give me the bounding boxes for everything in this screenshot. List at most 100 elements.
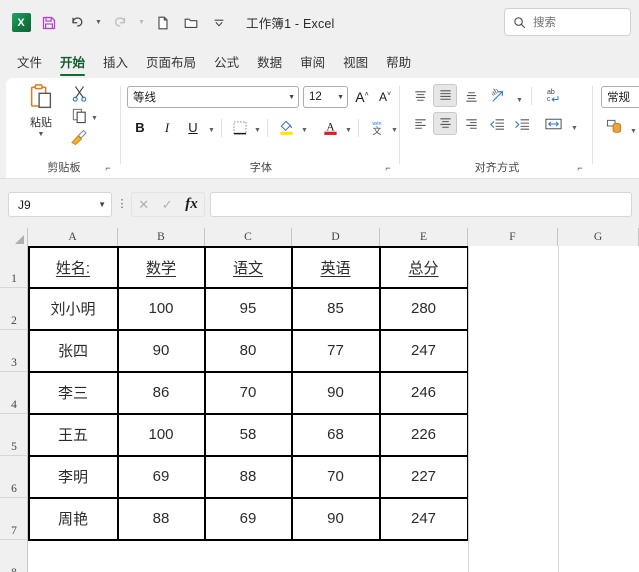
decrease-indent-button[interactable] <box>485 113 509 136</box>
cell-b4[interactable]: 86 <box>118 372 204 413</box>
cell-b5[interactable]: 100 <box>118 414 204 455</box>
row-header-4[interactable]: 4 <box>0 372 28 414</box>
align-middle-button[interactable] <box>433 84 457 107</box>
phonetic-guide-button[interactable]: wén 文 <box>365 115 389 138</box>
font-color-dropdown-caret[interactable]: ▼ <box>342 117 355 143</box>
search-box[interactable]: 搜索 <box>504 8 631 36</box>
font-dialog-launcher[interactable]: ⌐ <box>382 162 394 174</box>
row-header-2[interactable]: 2 <box>0 288 28 330</box>
paste-button[interactable]: 粘贴 ▼ <box>18 83 64 151</box>
undo-icon[interactable] <box>64 10 90 36</box>
cell-a4[interactable]: 李三 <box>29 372 117 413</box>
increase-font-size-button[interactable]: A˄ <box>351 85 373 108</box>
tab-file[interactable]: 文件 <box>8 48 51 78</box>
cut-button[interactable] <box>68 83 90 103</box>
cell-b3[interactable]: 90 <box>118 330 204 371</box>
cell-a1[interactable]: 姓名: <box>29 247 117 287</box>
copy-button[interactable] <box>68 105 90 125</box>
underline-dropdown-caret[interactable]: ▼ <box>205 117 218 143</box>
column-header-d[interactable]: D <box>292 228 380 246</box>
save-icon[interactable] <box>36 10 62 36</box>
borders-button[interactable] <box>228 116 252 139</box>
number-format-combo[interactable]: 常规 <box>601 86 639 108</box>
fill-color-dropdown-caret[interactable]: ▼ <box>298 117 311 143</box>
cell-c3[interactable]: 80 <box>205 330 291 371</box>
cell-c7[interactable]: 69 <box>205 498 291 539</box>
redo-dropdown-caret[interactable]: ▼ <box>135 10 148 36</box>
tab-view[interactable]: 视图 <box>334 48 377 78</box>
accounting-format-button[interactable] <box>602 115 626 138</box>
font-name-combo[interactable]: 等线 ▼ <box>127 86 299 108</box>
align-right-button[interactable] <box>459 113 483 136</box>
cell-e7[interactable]: 247 <box>380 498 467 539</box>
name-box-caret[interactable]: ▼ <box>98 200 106 209</box>
font-size-combo[interactable]: 12 ▼ <box>303 86 348 108</box>
column-header-c[interactable]: C <box>205 228 292 246</box>
cell-c6[interactable]: 88 <box>205 456 291 497</box>
column-header-e[interactable]: E <box>380 228 468 246</box>
customize-qat-icon[interactable] <box>206 10 232 36</box>
name-box[interactable]: J9 ▼ <box>8 192 112 217</box>
align-top-button[interactable] <box>408 85 432 108</box>
row-header-1[interactable]: 1 <box>0 246 28 288</box>
close-icon[interactable]: ✕ <box>138 197 149 213</box>
align-bottom-button[interactable] <box>459 85 483 108</box>
merge-center-dropdown-caret[interactable]: ▼ <box>568 115 581 141</box>
formula-input[interactable] <box>210 192 632 217</box>
tab-insert[interactable]: 插入 <box>94 48 137 78</box>
bold-button[interactable]: B <box>128 116 152 139</box>
row-header-7[interactable]: 7 <box>0 498 28 540</box>
cell-a3[interactable]: 张四 <box>29 330 117 371</box>
clipboard-dialog-launcher[interactable]: ⌐ <box>102 162 114 174</box>
cell-a6[interactable]: 李明 <box>29 456 117 497</box>
format-painter-button[interactable] <box>68 127 90 147</box>
column-header-g[interactable]: G <box>558 228 639 246</box>
orientation-button[interactable]: ab <box>485 84 511 107</box>
cell-e4[interactable]: 246 <box>380 372 467 413</box>
cell-a2[interactable]: 刘小明 <box>29 288 117 329</box>
align-center-button[interactable] <box>433 112 457 135</box>
column-header-a[interactable]: A <box>28 228 118 246</box>
underline-button[interactable]: U <box>181 116 205 139</box>
column-header-f[interactable]: F <box>468 228 558 246</box>
copy-dropdown-caret[interactable]: ▼ <box>88 105 101 131</box>
cell-d4[interactable]: 90 <box>292 372 379 413</box>
cell-d1[interactable]: 英语 <box>292 247 379 287</box>
cell-b7[interactable]: 88 <box>118 498 204 539</box>
font-size-caret[interactable]: ▼ <box>334 94 344 101</box>
undo-dropdown-caret[interactable]: ▼ <box>92 10 105 36</box>
cell-e6[interactable]: 227 <box>380 456 467 497</box>
borders-dropdown-caret[interactable]: ▼ <box>251 117 264 143</box>
new-file-icon[interactable] <box>150 10 176 36</box>
row-header-3[interactable]: 3 <box>0 330 28 372</box>
font-name-caret[interactable]: ▼ <box>285 94 295 101</box>
check-icon[interactable]: ✓ <box>162 197 173 213</box>
cell-a5[interactable]: 王五 <box>29 414 117 455</box>
wrap-text-button[interactable]: ab c <box>540 84 566 107</box>
cell-d2[interactable]: 85 <box>292 288 379 329</box>
alignment-dialog-launcher[interactable]: ⌐ <box>574 162 586 174</box>
paste-dropdown-caret[interactable]: ▼ <box>38 131 45 138</box>
cell-d6[interactable]: 70 <box>292 456 379 497</box>
tab-page-layout[interactable]: 页面布局 <box>137 48 205 78</box>
open-folder-icon[interactable] <box>178 10 204 36</box>
row-header-8[interactable]: 8 <box>0 540 28 572</box>
font-color-button[interactable]: A <box>318 115 342 138</box>
cell-b6[interactable]: 69 <box>118 456 204 497</box>
cell-b1[interactable]: 数学 <box>118 247 204 287</box>
redo-icon[interactable] <box>107 10 133 36</box>
cell-c4[interactable]: 70 <box>205 372 291 413</box>
tab-help[interactable]: 帮助 <box>377 48 420 78</box>
cell-e2[interactable]: 280 <box>380 288 467 329</box>
cell-e1[interactable]: 总分 <box>380 247 467 287</box>
merge-center-button[interactable] <box>540 112 566 135</box>
row-header-5[interactable]: 5 <box>0 414 28 456</box>
cell-c2[interactable]: 95 <box>205 288 291 329</box>
align-left-button[interactable] <box>408 113 432 136</box>
row-header-6[interactable]: 6 <box>0 456 28 498</box>
fill-color-button[interactable] <box>274 115 298 138</box>
orientation-dropdown-caret[interactable]: ▼ <box>513 87 526 113</box>
tab-formulas[interactable]: 公式 <box>205 48 248 78</box>
decrease-font-size-button[interactable]: A˅ <box>374 85 396 108</box>
cell-e5[interactable]: 226 <box>380 414 467 455</box>
